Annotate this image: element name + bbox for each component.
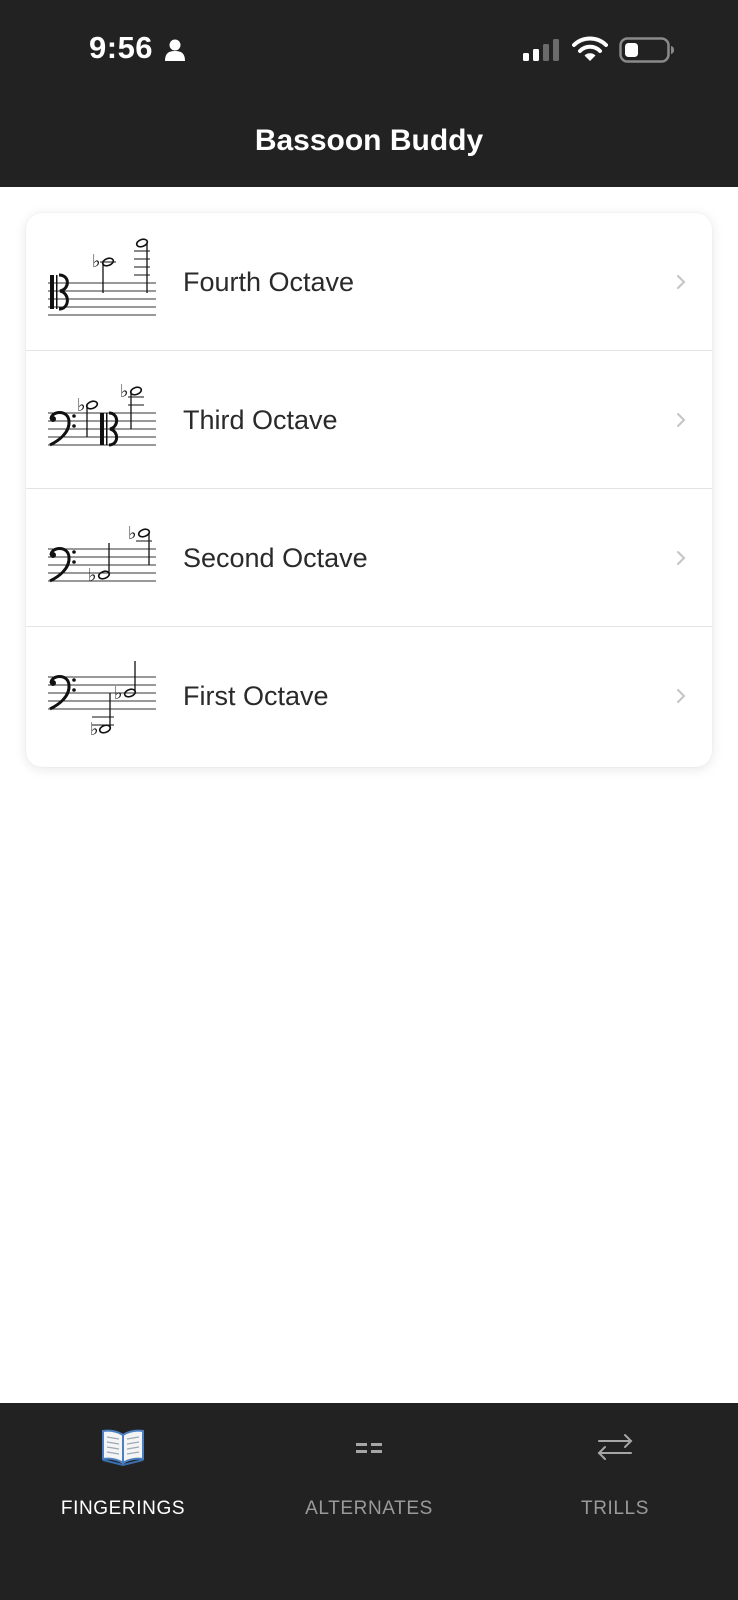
chevron-right-icon <box>677 275 686 289</box>
cellular-signal-icon <box>523 39 559 61</box>
svg-text:♭: ♭ <box>128 523 137 544</box>
trill-arrows-icon <box>597 1434 633 1460</box>
octave-list: ♭ Fourth Octave ♭ ♭ Third Octave ♭ ♭ Sec… <box>26 213 712 767</box>
bass-clef-low-staff-icon: ♭ ♭ <box>48 661 156 740</box>
svg-text:♭: ♭ <box>90 719 99 740</box>
status-time: 9:56 <box>89 30 154 65</box>
wifi-icon <box>572 36 608 61</box>
alternates-icon <box>356 1443 382 1453</box>
nav-title: Bassoon Buddy <box>254 124 484 157</box>
chevron-right-icon <box>677 551 686 565</box>
tab-label: ALTERNATES <box>305 1498 433 1519</box>
open-book-icon <box>102 1429 144 1467</box>
octave-row-first[interactable]: ♭ ♭ First Octave <box>26 627 712 765</box>
tab-bar: FINGERINGS ALTERNATES TRILLS <box>0 1403 738 1600</box>
octave-label: Third Octave <box>183 405 338 435</box>
svg-text:♭: ♭ <box>92 251 101 272</box>
svg-text:♭: ♭ <box>77 395 86 416</box>
octave-row-fourth[interactable]: ♭ Fourth Octave <box>26 213 712 351</box>
battery-icon <box>619 37 675 63</box>
app-screen: 9:56 Bassoon Buddy ♭ Fourth Octave ♭ ♭ T… <box>0 0 738 1600</box>
svg-text:♭: ♭ <box>120 381 129 402</box>
octave-row-third[interactable]: ♭ ♭ Third Octave <box>26 351 712 489</box>
tenor-clef-staff-icon: ♭ <box>48 238 156 316</box>
person-icon <box>165 39 185 61</box>
octave-label: Second Octave <box>183 543 368 573</box>
octave-label: Fourth Octave <box>183 267 355 297</box>
tab-label: TRILLS <box>580 1498 649 1519</box>
top-bar: 9:56 Bassoon Buddy <box>0 0 738 187</box>
tab-fingerings[interactable]: FINGERINGS <box>0 1403 246 1600</box>
tab-trills[interactable]: TRILLS <box>492 1403 738 1600</box>
bass-clef-staff-icon: ♭ ♭ <box>48 523 156 586</box>
octave-row-second[interactable]: ♭ ♭ Second Octave <box>26 489 712 627</box>
octave-label: First Octave <box>183 681 329 711</box>
chevron-right-icon <box>677 689 686 703</box>
svg-text:♭: ♭ <box>114 683 123 704</box>
chevron-right-icon <box>677 413 686 427</box>
tab-alternates[interactable]: ALTERNATES <box>246 1403 492 1600</box>
bass-tenor-clef-staff-icon: ♭ ♭ <box>48 381 156 447</box>
tab-label: FINGERINGS <box>60 1498 186 1519</box>
svg-text:♭: ♭ <box>88 565 97 586</box>
